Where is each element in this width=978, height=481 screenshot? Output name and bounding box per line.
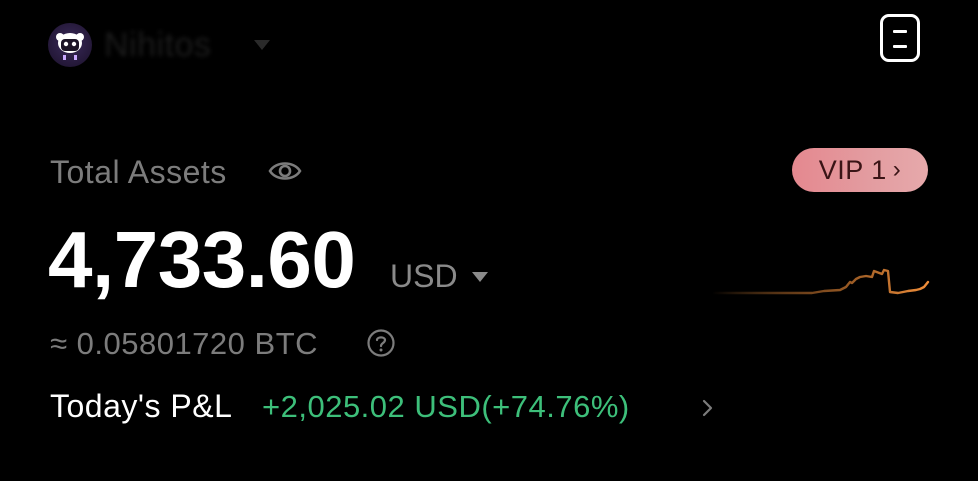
btc-equivalent-value: ≈ 0.05801720 BTC: [50, 326, 319, 361]
vip-chevron-icon: ›: [892, 156, 902, 183]
sparkline-path: [712, 268, 930, 295]
eye-icon[interactable]: [268, 158, 302, 184]
menu-icon[interactable]: [880, 14, 920, 62]
todays-pnl-label[interactable]: Today's P&L: [50, 388, 232, 425]
top-bar: Nihitos: [48, 14, 928, 68]
currency-selector-label[interactable]: USD: [390, 258, 458, 295]
assets-sparkline-chart: [712, 268, 930, 295]
total-assets-amount: 4,733.60: [48, 215, 356, 304]
account-switch-caret-icon[interactable]: [254, 40, 270, 50]
total-assets-label: Total Assets: [50, 154, 227, 190]
todays-pnl-value[interactable]: +2,025.02 USD(+74.76%): [262, 389, 630, 425]
currency-dropdown-icon[interactable]: [472, 272, 488, 282]
vip-label: VIP 1: [818, 154, 887, 185]
chevron-right-icon[interactable]: [700, 396, 716, 420]
question-circle-icon[interactable]: [366, 328, 396, 358]
username[interactable]: Nihitos: [104, 26, 211, 65]
sheep-avatar-icon[interactable]: [48, 23, 92, 67]
vip-level-button[interactable]: VIP 1 ›: [792, 148, 928, 192]
